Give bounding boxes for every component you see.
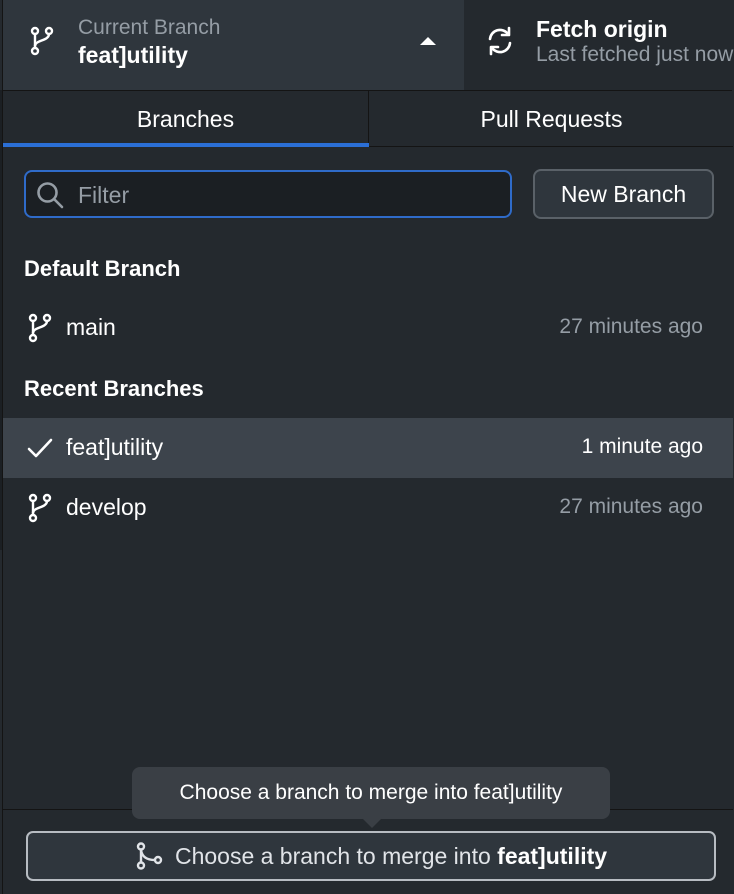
filter-field[interactable]: [24, 170, 512, 218]
branch-name: feat]utility: [66, 434, 164, 460]
branch-row-main[interactable]: main 27 minutes ago: [3, 298, 733, 358]
tab-pull-requests[interactable]: Pull Requests: [370, 91, 733, 147]
current-branch-name: feat]utility: [78, 42, 188, 68]
git-branch-icon: [28, 493, 52, 523]
merge-tooltip: Choose a branch to merge into feat]utili…: [132, 767, 610, 828]
branch-time: 27 minutes ago: [559, 495, 703, 518]
check-icon: [27, 438, 53, 458]
fetch-origin-button[interactable]: Fetch origin Last fetched just now: [464, 0, 734, 90]
merge-target-branch: feat]utility: [497, 842, 608, 869]
branch-time: 1 minute ago: [581, 435, 703, 458]
branch-time: 27 minutes ago: [559, 315, 703, 338]
git-branch-icon: [30, 26, 54, 56]
branch-row-develop[interactable]: develop 27 minutes ago: [3, 478, 733, 538]
sync-icon: [488, 26, 512, 56]
current-branch-caption: Current Branch: [78, 16, 221, 39]
search-icon: [37, 182, 64, 209]
branch-name: develop: [66, 494, 147, 520]
tab-bar: Branches Pull Requests: [3, 91, 733, 147]
branch-name: main: [66, 314, 116, 340]
default-branch-header: Default Branch: [24, 256, 181, 281]
fetch-origin-subtitle: Last fetched just now: [536, 43, 734, 66]
fetch-origin-title: Fetch origin: [536, 16, 668, 42]
current-branch-dropdown[interactable]: Current Branch feat]utility: [2, 0, 464, 90]
filter-input[interactable]: [76, 178, 496, 212]
recent-branches-header: Recent Branches: [24, 376, 204, 401]
tab-branches[interactable]: Branches: [3, 91, 369, 147]
merge-into-branch-button[interactable]: Choose a branch to merge into feat]utili…: [26, 831, 716, 881]
merge-button-label: Choose a branch to merge into feat]utili…: [174, 842, 608, 869]
git-branch-icon: [28, 313, 52, 343]
git-merge-icon: [136, 842, 163, 870]
branches-panel: Branches Pull Requests New Branch Defaul…: [2, 90, 733, 894]
toolbar: Current Branch feat]utility Fetch origin…: [0, 0, 734, 90]
branch-row-feat-utility[interactable]: feat]utility 1 minute ago: [3, 418, 733, 478]
caret-up-icon: [420, 37, 436, 45]
new-branch-button[interactable]: New Branch: [533, 169, 714, 219]
